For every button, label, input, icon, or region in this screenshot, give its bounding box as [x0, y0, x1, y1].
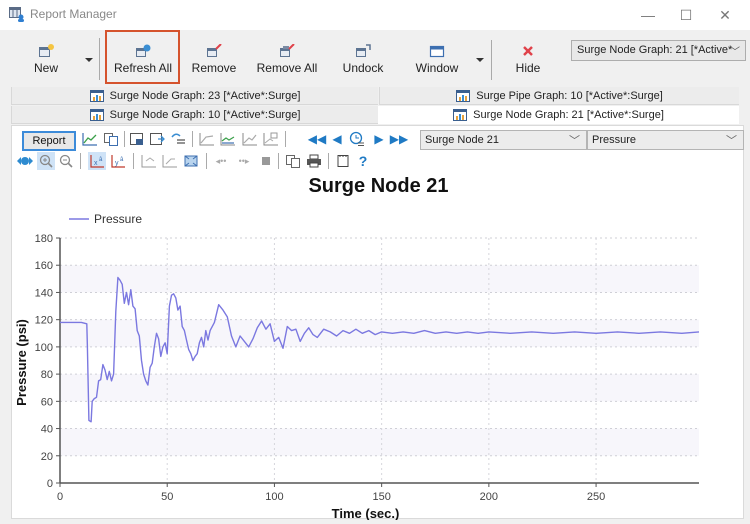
chart-legend: Pressure: [69, 212, 142, 226]
new-dropdown-arrow[interactable]: [85, 58, 93, 62]
chart-axis-labels: Time (sec.) Pressure (psi): [14, 319, 399, 520]
tab-surge-pipe-graph-10[interactable]: Surge Pipe Graph: 10 [*Active*:Surge]: [379, 87, 739, 105]
x-tick-label: 250: [587, 491, 605, 503]
tab-surge-node-graph-21[interactable]: Surge Node Graph: 21 [*Active*:Surge]: [378, 106, 739, 124]
remove-button[interactable]: Remove: [188, 42, 240, 84]
y-tick-label: 120: [35, 315, 53, 327]
y-tick-label: 100: [35, 342, 53, 354]
y-tick-label: 40: [41, 424, 53, 436]
remove-icon: [207, 44, 222, 57]
tab-surge-node-graph-23[interactable]: Surge Node Graph: 23 [*Active*:Surge]: [11, 87, 378, 105]
x-axis-label: Time (sec.): [332, 506, 400, 520]
grid-band: [60, 374, 699, 402]
hide-button[interactable]: Hide: [510, 42, 546, 84]
x-tick-label: 50: [161, 491, 173, 503]
close-button[interactable]: ✕: [710, 4, 740, 26]
window-button[interactable]: Window: [412, 42, 462, 84]
chevron-down-icon: ﹀: [730, 47, 740, 58]
y-axis-label: Pressure (psi): [14, 319, 29, 406]
title-bar: Report Manager — ☐ ✕: [0, 0, 750, 30]
window-icon: [429, 45, 445, 58]
chart-grid-bands: [60, 265, 699, 456]
active-graph-select[interactable]: Surge Node Graph: 21 [*Active* ﹀: [571, 40, 746, 61]
y-tick-label: 0: [47, 478, 53, 490]
report-manager-window: Report Manager — ☐ ✕ New Refresh All Rem…: [0, 0, 750, 524]
active-graph-select-value: Surge Node Graph: 21 [*Active*: [577, 44, 733, 56]
remove-all-button[interactable]: Remove All: [253, 42, 321, 84]
new-button[interactable]: New: [26, 42, 66, 84]
ribbon-separator: [99, 38, 100, 80]
window-title: Report Manager: [30, 7, 117, 21]
y-tick-label: 160: [35, 260, 53, 272]
grid-band: [60, 265, 699, 293]
x-tick-label: 200: [480, 491, 498, 503]
remove-all-icon: [280, 44, 295, 57]
y-tick-label: 180: [35, 233, 53, 245]
y-tick-label: 80: [41, 369, 53, 381]
x-tick-label: 100: [265, 491, 283, 503]
new-report-icon: [39, 44, 54, 57]
close-x-icon: [523, 46, 533, 56]
tab-surge-node-graph-10[interactable]: Surge Node Graph: 10 [*Active*:Surge]: [11, 106, 378, 124]
window-dropdown-arrow[interactable]: [476, 58, 484, 62]
refresh-all-highlight: [105, 30, 180, 84]
ribbon-separator: [491, 40, 492, 80]
graph-tab-icon: [89, 89, 104, 102]
y-tick-label: 20: [41, 451, 53, 463]
x-tick-label: 150: [372, 491, 390, 503]
pressure-chart: 0204060801001201401601800 50 100 150 200 250 …: [14, 212, 700, 520]
x-tick-label: 0: [57, 491, 63, 503]
graph-tab-icon: [89, 108, 104, 121]
undock-icon: [356, 44, 371, 57]
undock-button[interactable]: Undock: [338, 42, 388, 84]
graph-tab-icon: [456, 89, 471, 102]
graph-tab-icon: [453, 109, 468, 121]
report-tabs: Surge Node Graph: 23 [*Active*:Surge] Su…: [11, 87, 739, 125]
maximize-button[interactable]: ☐: [671, 4, 701, 26]
grid-band: [60, 428, 699, 456]
minimize-button[interactable]: —: [633, 4, 663, 26]
report-manager-app-icon: [9, 7, 24, 22]
y-tick-label: 60: [41, 396, 53, 408]
y-tick-label: 140: [35, 287, 53, 299]
legend-label: Pressure: [94, 212, 142, 226]
graph-panel: Report ◀◀ ◀ ▶ ▶▶ Surge Node 21 ﹀ Pressur: [11, 125, 744, 520]
